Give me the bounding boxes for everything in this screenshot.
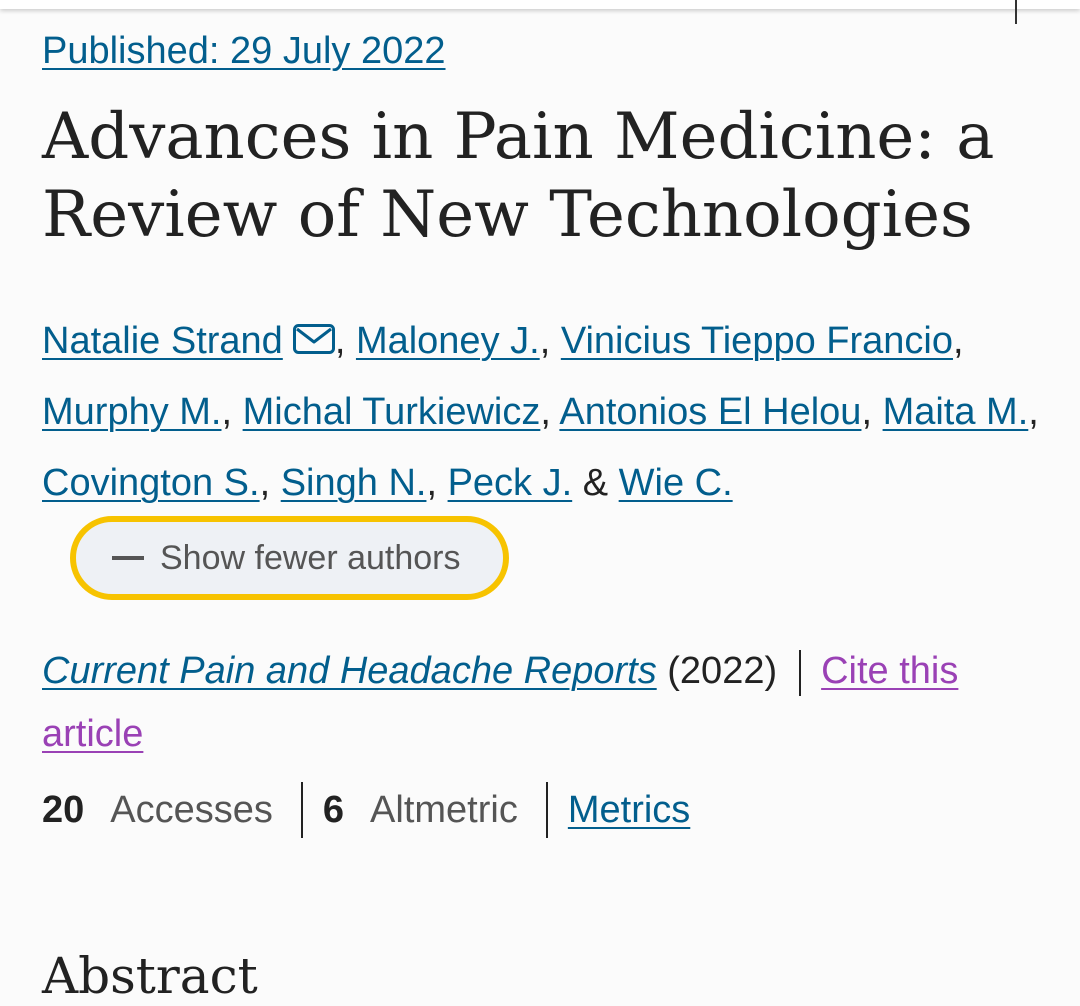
metrics-separator bbox=[545, 782, 548, 838]
author-link[interactable]: Antonios El Helou bbox=[559, 391, 861, 433]
author-separator: & bbox=[572, 462, 619, 504]
author-separator: , bbox=[426, 462, 448, 504]
citation-line: Current Pain and Headache Reports (2022)… bbox=[42, 640, 1042, 766]
author-separator: , bbox=[540, 391, 560, 433]
author-separator: , bbox=[861, 391, 883, 433]
site-header bbox=[0, 0, 1080, 9]
author-link[interactable]: Murphy M. bbox=[42, 391, 221, 433]
author-link[interactable]: Covington S. bbox=[42, 462, 260, 504]
altmetric-label: Altmetric bbox=[370, 789, 518, 831]
accesses-count: 20 bbox=[42, 789, 85, 831]
journal-link[interactable]: Current Pain and Headache Reports bbox=[42, 650, 657, 692]
altmetric-count: 6 bbox=[322, 789, 345, 831]
author-link[interactable]: Singh N. bbox=[281, 462, 427, 504]
abstract-heading: Abstract bbox=[42, 947, 258, 1005]
article-title: Advances in Pain Medicine: a Review of N… bbox=[42, 100, 995, 252]
separator bbox=[799, 649, 802, 696]
author-link[interactable]: Maloney J. bbox=[356, 320, 540, 362]
author-link[interactable]: Vinicius Tieppo Francio bbox=[561, 320, 953, 362]
show-fewer-label: Show fewer authors bbox=[160, 538, 461, 577]
author-separator: , bbox=[221, 391, 243, 433]
metrics-bar: 20 Accesses 6 Altmetric Metrics bbox=[42, 782, 690, 838]
author-separator: , bbox=[259, 462, 281, 504]
publication-year: (2022) bbox=[667, 650, 778, 692]
accesses-label: Accesses bbox=[110, 789, 273, 831]
author-separator: , bbox=[1028, 391, 1039, 433]
author-separator: , bbox=[952, 320, 964, 362]
metrics-separator bbox=[300, 782, 303, 838]
author-link[interactable]: Maita M. bbox=[883, 391, 1029, 433]
metrics-link[interactable]: Metrics bbox=[568, 782, 690, 838]
author-link-last[interactable]: Wie C. bbox=[619, 462, 733, 504]
author-separator: , bbox=[334, 320, 356, 362]
author-link[interactable]: Peck J. bbox=[448, 462, 573, 504]
minus-icon bbox=[112, 556, 144, 560]
header-divider bbox=[1015, 0, 1017, 24]
author-list: Natalie Strand, Maloney J., Vinicius Tie… bbox=[42, 306, 1042, 603]
author-link[interactable]: Michal Turkiewicz bbox=[243, 391, 541, 433]
author-separator: , bbox=[539, 320, 561, 362]
author-link[interactable]: Natalie Strand bbox=[42, 320, 283, 362]
published-date-link[interactable]: Published: 29 July 2022 bbox=[42, 28, 446, 74]
mail-icon[interactable] bbox=[292, 307, 335, 354]
show-fewer-authors-button[interactable]: Show fewer authors bbox=[70, 516, 509, 600]
